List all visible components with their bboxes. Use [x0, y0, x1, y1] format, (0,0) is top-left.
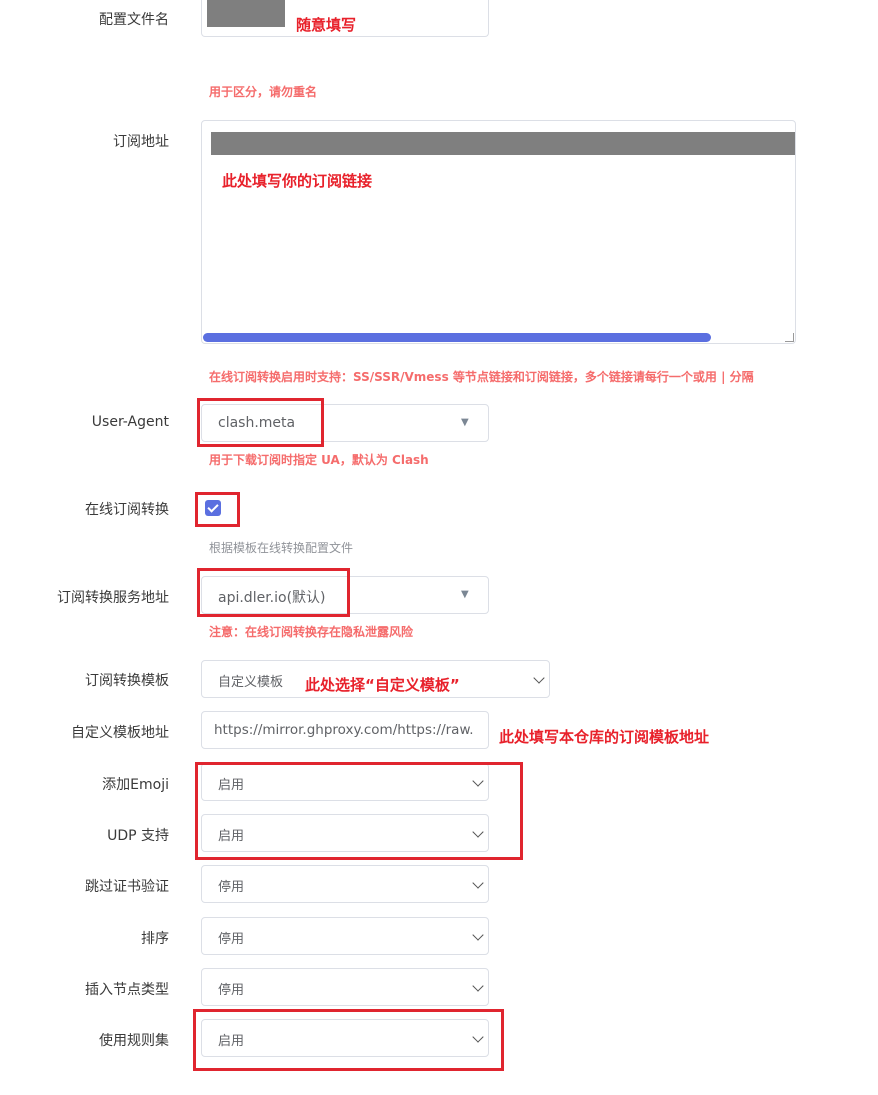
horizontal-scrollbar[interactable]: [203, 333, 711, 342]
redacted-value: [207, 0, 285, 27]
subscription-url-hint: 在线订阅转换启用时支持：SS/SSR/Vmess 等节点链接和订阅链接，多个链接…: [209, 370, 754, 384]
sort-label: 排序: [141, 931, 169, 947]
skip-cert-label: 跳过证书验证: [85, 879, 169, 895]
chevron-down-icon: [533, 672, 545, 684]
online-convert-label: 在线订阅转换: [85, 502, 169, 518]
convert-server-label: 订阅转换服务地址: [57, 590, 169, 606]
convert-template-annotation: 此处选择“自定义模板”: [305, 676, 460, 694]
subscription-url-label: 订阅地址: [113, 134, 169, 150]
custom-template-url-label: 自定义模板地址: [71, 725, 169, 741]
subscription-url-textarea[interactable]: [201, 120, 796, 344]
caret-down-icon: ▼: [461, 417, 469, 428]
highlight-box: [195, 492, 240, 527]
use-ruleset-label: 使用规则集: [99, 1033, 169, 1049]
sort-select[interactable]: 停用: [201, 917, 489, 955]
resize-handle-icon[interactable]: [785, 333, 794, 342]
convert-template-label: 订阅转换模板: [85, 673, 169, 689]
custom-template-url-input[interactable]: https://mirror.ghproxy.com/https://raw.: [201, 711, 489, 749]
skip-cert-select[interactable]: 停用: [201, 865, 489, 903]
chevron-down-icon: [472, 929, 484, 941]
insert-node-type-value: 停用: [218, 983, 245, 998]
udp-label: UDP 支持: [107, 828, 169, 844]
add-emoji-label: 添加Emoji: [102, 777, 169, 793]
config-name-annotation: 随意填写: [296, 16, 357, 34]
chevron-down-icon: [472, 877, 484, 889]
insert-node-type-select[interactable]: 停用: [201, 968, 489, 1006]
sort-value: 停用: [218, 932, 245, 947]
config-name-label: 配置文件名: [99, 12, 169, 28]
custom-template-url-value: https://mirror.ghproxy.com/https://raw.: [214, 722, 474, 738]
custom-template-url-annotation: 此处填写本仓库的订阅模板地址: [499, 728, 710, 746]
convert-server-hint: 注意：在线订阅转换存在隐私泄露风险: [209, 625, 414, 639]
insert-node-type-label: 插入节点类型: [85, 982, 169, 998]
highlight-box: [193, 1009, 504, 1071]
user-agent-label: User-Agent: [91, 414, 169, 430]
online-convert-hint: 根据模板在线转换配置文件: [209, 541, 354, 555]
subscription-url-annotation: 此处填写你的订阅链接: [222, 172, 373, 190]
redacted-url: [211, 132, 795, 155]
user-agent-hint: 用于下载订阅时指定 UA，默认为 Clash: [209, 453, 429, 467]
highlight-box: [195, 762, 523, 860]
skip-cert-value: 停用: [218, 880, 245, 895]
caret-down-icon: ▼: [461, 589, 469, 600]
convert-template-value: 自定义模板: [218, 675, 284, 690]
config-name-hint: 用于区分，请勿重名: [209, 85, 318, 99]
highlight-box: [197, 398, 324, 447]
highlight-box: [197, 568, 350, 617]
chevron-down-icon: [472, 980, 484, 992]
